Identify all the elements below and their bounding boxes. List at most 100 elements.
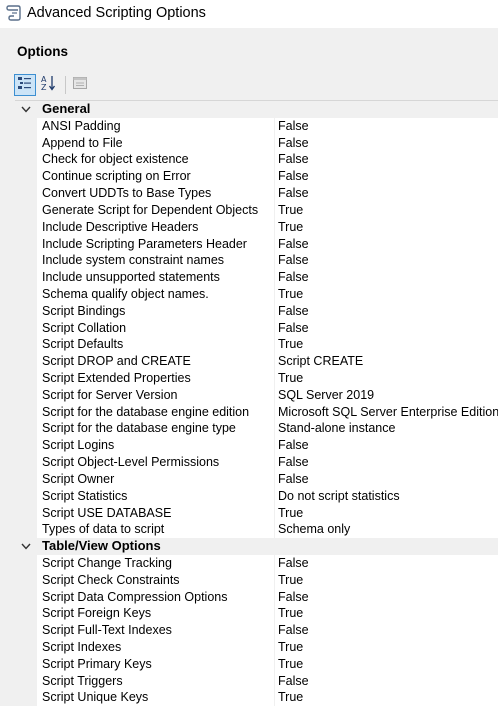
- property-row[interactable]: Script for Server Version SQL Server 2019: [15, 386, 498, 404]
- column-divider: [274, 370, 275, 387]
- property-value[interactable]: True: [278, 336, 303, 353]
- property-value[interactable]: False: [278, 454, 309, 471]
- property-value[interactable]: True: [278, 605, 303, 622]
- column-divider: [274, 302, 275, 320]
- property-row[interactable]: Script Full-Text Indexes False: [15, 622, 498, 639]
- property-row[interactable]: Script Check Constraints True: [15, 571, 498, 589]
- row-margin: [15, 168, 37, 186]
- property-row[interactable]: Include Descriptive Headers True: [15, 218, 498, 236]
- category-row[interactable]: Table/View Options: [15, 538, 498, 555]
- property-row[interactable]: Script Owner False: [15, 470, 498, 488]
- property-value[interactable]: True: [278, 370, 303, 387]
- property-row[interactable]: Append to File False: [15, 134, 498, 152]
- property-value[interactable]: False: [278, 118, 309, 135]
- property-row[interactable]: Script Object-Level Permissions False: [15, 454, 498, 471]
- property-row[interactable]: Continue scripting on Error False: [15, 168, 498, 186]
- property-value[interactable]: False: [278, 589, 309, 606]
- row-margin: [15, 336, 37, 354]
- property-value[interactable]: True: [278, 639, 303, 656]
- property-row[interactable]: Script Change Tracking False: [15, 554, 498, 572]
- property-row[interactable]: Script Statistics Do not script statistic…: [15, 487, 498, 505]
- property-row[interactable]: Script USE DATABASE True: [15, 504, 498, 522]
- property-row[interactable]: Script Logins False: [15, 437, 498, 455]
- property-row[interactable]: Script Unique Keys True: [15, 689, 498, 706]
- property-value[interactable]: False: [278, 622, 309, 639]
- property-value[interactable]: False: [278, 168, 309, 185]
- property-row[interactable]: Script for the database engine type Stand…: [15, 420, 498, 438]
- property-row[interactable]: Script Bindings False: [15, 302, 498, 320]
- property-value[interactable]: True: [278, 219, 303, 236]
- property-row[interactable]: Include Scripting Parameters Header False: [15, 235, 498, 253]
- property-row[interactable]: Script Data Compression Options False: [15, 588, 498, 606]
- property-row[interactable]: Script DROP and CREATE Script CREATE: [15, 353, 498, 370]
- property-value[interactable]: SQL Server 2019: [278, 387, 374, 404]
- property-row[interactable]: Check for object existence False: [15, 151, 498, 169]
- property-row[interactable]: Schema qualify object names. True: [15, 285, 498, 303]
- column-divider: [274, 420, 275, 438]
- column-divider: [274, 571, 275, 589]
- category-row[interactable]: General: [15, 101, 498, 118]
- property-row[interactable]: Include unsupported statements False: [15, 269, 498, 286]
- row-margin: [15, 403, 37, 421]
- property-value[interactable]: True: [278, 202, 303, 219]
- property-value[interactable]: True: [278, 689, 303, 706]
- property-value[interactable]: False: [278, 185, 309, 202]
- property-value[interactable]: False: [278, 673, 309, 690]
- property-pages-button[interactable]: [69, 74, 91, 96]
- property-row[interactable]: Include system constraint names False: [15, 252, 498, 270]
- column-divider: [274, 504, 275, 522]
- property-value[interactable]: True: [278, 656, 303, 673]
- property-name: Script Collation: [42, 320, 127, 335]
- chevron-down-icon[interactable]: [18, 538, 34, 555]
- property-row[interactable]: Script Collation False: [15, 319, 498, 337]
- property-name: Script Statistics: [42, 488, 128, 503]
- property-row[interactable]: Script Primary Keys True: [15, 655, 498, 673]
- property-name: Types of data to script: [42, 522, 165, 537]
- chevron-down-icon[interactable]: [18, 101, 34, 118]
- property-value[interactable]: False: [278, 269, 309, 286]
- property-row[interactable]: Script Extended Properties True: [15, 370, 498, 387]
- property-row[interactable]: Script Foreign Keys True: [15, 605, 498, 623]
- property-value[interactable]: True: [278, 505, 303, 522]
- property-value[interactable]: False: [278, 236, 309, 253]
- property-name: Script Full-Text Indexes: [42, 623, 172, 638]
- row-margin: [15, 672, 37, 690]
- column-divider: [274, 117, 275, 135]
- property-row[interactable]: Convert UDDTs to Base Types False: [15, 185, 498, 202]
- property-value[interactable]: Script CREATE: [278, 353, 363, 370]
- column-divider: [274, 168, 275, 186]
- alphabetical-sort-button[interactable]: A Z: [38, 74, 60, 96]
- property-value[interactable]: False: [278, 555, 309, 572]
- property-value[interactable]: False: [278, 151, 309, 168]
- property-value[interactable]: False: [278, 135, 309, 152]
- column-divider: [274, 201, 275, 219]
- property-name: Script Bindings: [42, 303, 126, 318]
- property-name: Append to File: [42, 135, 123, 150]
- property-value[interactable]: Do not script statistics: [278, 488, 400, 505]
- property-value[interactable]: Microsoft SQL Server Enterprise Edition: [278, 404, 498, 421]
- property-row[interactable]: Script Triggers False: [15, 672, 498, 690]
- column-divider: [274, 622, 275, 639]
- property-value[interactable]: True: [278, 286, 303, 303]
- category-label: Table/View Options: [42, 538, 161, 554]
- property-value[interactable]: False: [278, 471, 309, 488]
- property-row[interactable]: Script Indexes True: [15, 639, 498, 656]
- property-value[interactable]: False: [278, 437, 309, 454]
- property-value[interactable]: True: [278, 572, 303, 589]
- row-margin: [15, 571, 37, 589]
- property-row[interactable]: ANSI Padding False: [15, 117, 498, 135]
- categorized-view-button[interactable]: [14, 74, 36, 96]
- column-divider: [274, 437, 275, 455]
- property-row[interactable]: Generate Script for Dependent Objects Tru…: [15, 201, 498, 219]
- property-row[interactable]: Script Defaults True: [15, 336, 498, 354]
- property-value[interactable]: False: [278, 303, 309, 320]
- property-grid[interactable]: General ANSI Padding False Append to File Fa…: [15, 100, 498, 706]
- property-row[interactable]: Script for the database engine edition Mi…: [15, 403, 498, 421]
- property-value[interactable]: False: [278, 252, 309, 269]
- column-divider: [274, 319, 275, 337]
- property-value[interactable]: False: [278, 320, 309, 337]
- row-margin: [15, 201, 37, 219]
- property-value[interactable]: Stand-alone instance: [278, 420, 395, 437]
- property-value[interactable]: Schema only: [278, 521, 350, 538]
- property-row[interactable]: Types of data to script Schema only: [15, 521, 498, 539]
